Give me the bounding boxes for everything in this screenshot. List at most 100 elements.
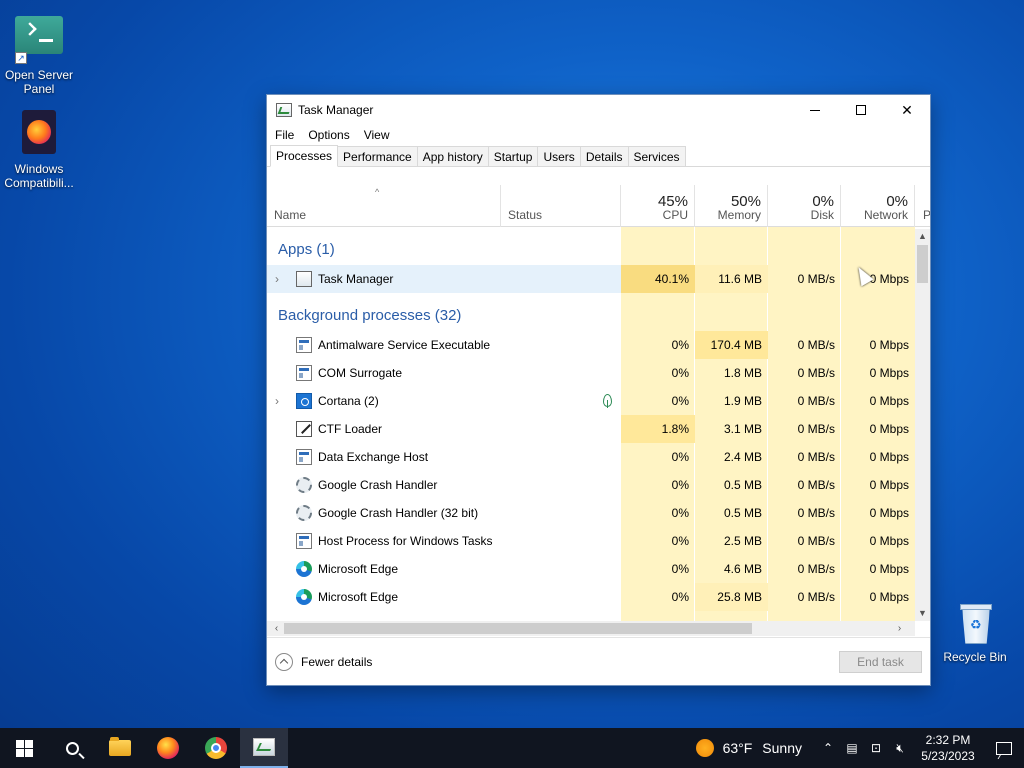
network-value: 0 Mbps [869,366,909,380]
horizontal-scroll-thumb[interactable] [284,623,752,634]
tab-services[interactable]: Services [627,146,686,166]
memory-value: 25.8 MB [695,583,768,611]
memory-value: 4.6 MB [723,562,762,576]
memory-value: 2.4 MB [723,450,762,464]
clock[interactable]: 2:32 PM 5/23/2023 [912,732,984,764]
network-value: 0 Mbps [869,562,909,576]
process-row[interactable]: COM Surrogate 0% 1.8 MB 0 MB/s 0 Mbps [267,359,915,387]
fewer-details-button[interactable]: Fewer details [275,653,372,671]
desktop-icon-windows-compatibility[interactable]: Windows Compatibili... [0,110,78,190]
process-row[interactable]: Microsoft Edge 0% 25.8 MB 0 MB/s 0 Mbps [267,583,915,611]
service-icon [296,449,312,465]
network-value: 0 Mbps [869,422,909,436]
task-manager-icon [276,103,292,117]
column-header-memory[interactable]: 50% Memory [695,185,768,227]
close-button[interactable]: ✕ [884,95,930,125]
process-name: COM Surrogate [318,366,403,380]
menu-options[interactable]: Options [308,128,349,142]
menu-file[interactable]: File [275,128,294,142]
menu-view[interactable]: View [364,128,390,142]
service-icon [296,337,312,353]
taskbar-file-explorer[interactable] [96,728,144,768]
start-button[interactable] [0,728,48,768]
window-footer: Fewer details End task [267,637,930,685]
vertical-scroll-thumb[interactable] [917,245,928,283]
column-header-cpu[interactable]: 45% CPU [621,185,695,227]
tab-users[interactable]: Users [537,146,581,166]
window-title: Task Manager [298,103,374,117]
file-explorer-icon [109,737,131,756]
process-row[interactable]: CTF Loader 1.8% 3.1 MB 0 MB/s 0 Mbps [267,415,915,443]
process-row[interactable]: Google Crash Handler 0% 0.5 MB 0 MB/s 0 … [267,471,915,499]
column-header-power[interactable]: P [915,185,930,227]
recycle-bin-icon: ♻ [951,602,999,646]
taskbar-firefox[interactable] [144,728,192,768]
minimize-icon [810,109,820,111]
minimize-button[interactable] [792,95,838,125]
edge-icon [296,589,312,605]
process-grid: ^ Name Status 45% CPU 50% Memory 0% Disk… [267,185,930,625]
notification-icon [996,741,1012,755]
group-header-apps[interactable]: Apps (1) [267,235,915,263]
scroll-right-icon[interactable]: › [892,621,907,636]
process-name: CTF Loader [318,422,383,436]
maximize-icon [856,105,866,115]
network-value: 0 Mbps [869,506,909,520]
group-header-background-processes[interactable]: Background processes (32) [267,301,915,329]
process-name: Host Process for Windows Tasks [318,534,493,548]
gear-icon [296,505,312,521]
scroll-left-icon[interactable]: ‹ [269,621,284,636]
process-row[interactable]: Antimalware Service Executable 0% 170.4 … [267,331,915,359]
memory-value: 0.5 MB [723,478,762,492]
title-bar[interactable]: Task Manager ✕ [267,95,930,125]
column-header-name[interactable]: ^ Name [267,185,501,227]
chevron-up-icon[interactable]: ⌃ [816,728,840,768]
tab-processes[interactable]: Processes [270,145,339,167]
notification-center-button[interactable] [984,728,1024,768]
tab-details[interactable]: Details [579,146,629,166]
column-header-status[interactable]: Status [501,185,621,227]
desktop-icon-recycle-bin[interactable]: ♻ Recycle Bin [936,602,1014,664]
network-value: 0 Mbps [869,590,909,604]
clock-time: 2:32 PM [925,733,971,747]
process-row[interactable]: Google Crash Handler (32 bit) 0% 0.5 MB … [267,499,915,527]
process-row-cortana[interactable]: › Cortana (2) 0% 1.9 MB 0 MB/s 0 Mbps [267,387,915,415]
expand-chevron-icon[interactable]: › [275,272,279,286]
end-task-button[interactable]: End task [839,651,922,673]
disk-value: 0 MB/s [797,478,835,492]
process-row[interactable]: Data Exchange Host 0% 2.4 MB 0 MB/s 0 Mb… [267,443,915,471]
volume-muted-icon[interactable]: 🔇︎ [888,728,912,768]
usb-drive-icon[interactable]: ▤ [840,728,864,768]
desktop-icon-open-server-panel[interactable]: ↗ Open Server Panel [0,12,78,96]
process-name: Google Crash Handler (32 bit) [318,506,479,520]
taskbar-chrome[interactable] [192,728,240,768]
search-button[interactable] [48,728,96,768]
sun-icon [695,739,714,757]
process-row-task-manager[interactable]: › Task Manager 40.1% 11.6 MB 0 MB/s 0 Mb… [267,265,915,293]
column-header-network[interactable]: 0% Network [841,185,915,227]
scroll-down-icon[interactable]: ▼ [915,606,930,621]
taskbar: 63°F Sunny ⌃ ▤ ⊡ 🔇︎ 2:32 PM 5/23/2023 [0,728,1024,768]
cpu-value: 0% [671,534,689,548]
weather-widget[interactable]: 63°F Sunny [695,739,802,757]
memory-value: 1.8 MB [723,366,762,380]
cpu-value: 0% [671,394,689,408]
tab-app-history[interactable]: App history [416,146,489,166]
expand-chevron-icon[interactable]: › [275,394,279,408]
search-icon [65,741,79,755]
tab-performance[interactable]: Performance [337,146,418,166]
horizontal-scrollbar[interactable]: ‹ › [267,621,915,636]
desktop-icon-label: Windows Compatibili... [4,162,74,190]
process-row[interactable]: Host Process for Windows Tasks 0% 2.5 MB… [267,527,915,555]
cpu-value: 0% [671,506,689,520]
process-row[interactable]: Microsoft Edge 0% 4.6 MB 0 MB/s 0 Mbps [267,555,915,583]
maximize-button[interactable] [838,95,884,125]
disk-value: 0 MB/s [797,338,835,352]
tab-startup[interactable]: Startup [487,146,539,166]
scroll-up-icon[interactable]: ▲ [915,229,930,244]
vertical-scrollbar[interactable]: ▲ ▼ [915,229,930,621]
shortcut-arrow-icon: ↗ [15,52,27,64]
column-header-disk[interactable]: 0% Disk [768,185,841,227]
network-icon[interactable]: ⊡ [864,728,888,768]
taskbar-task-manager[interactable] [240,728,288,768]
